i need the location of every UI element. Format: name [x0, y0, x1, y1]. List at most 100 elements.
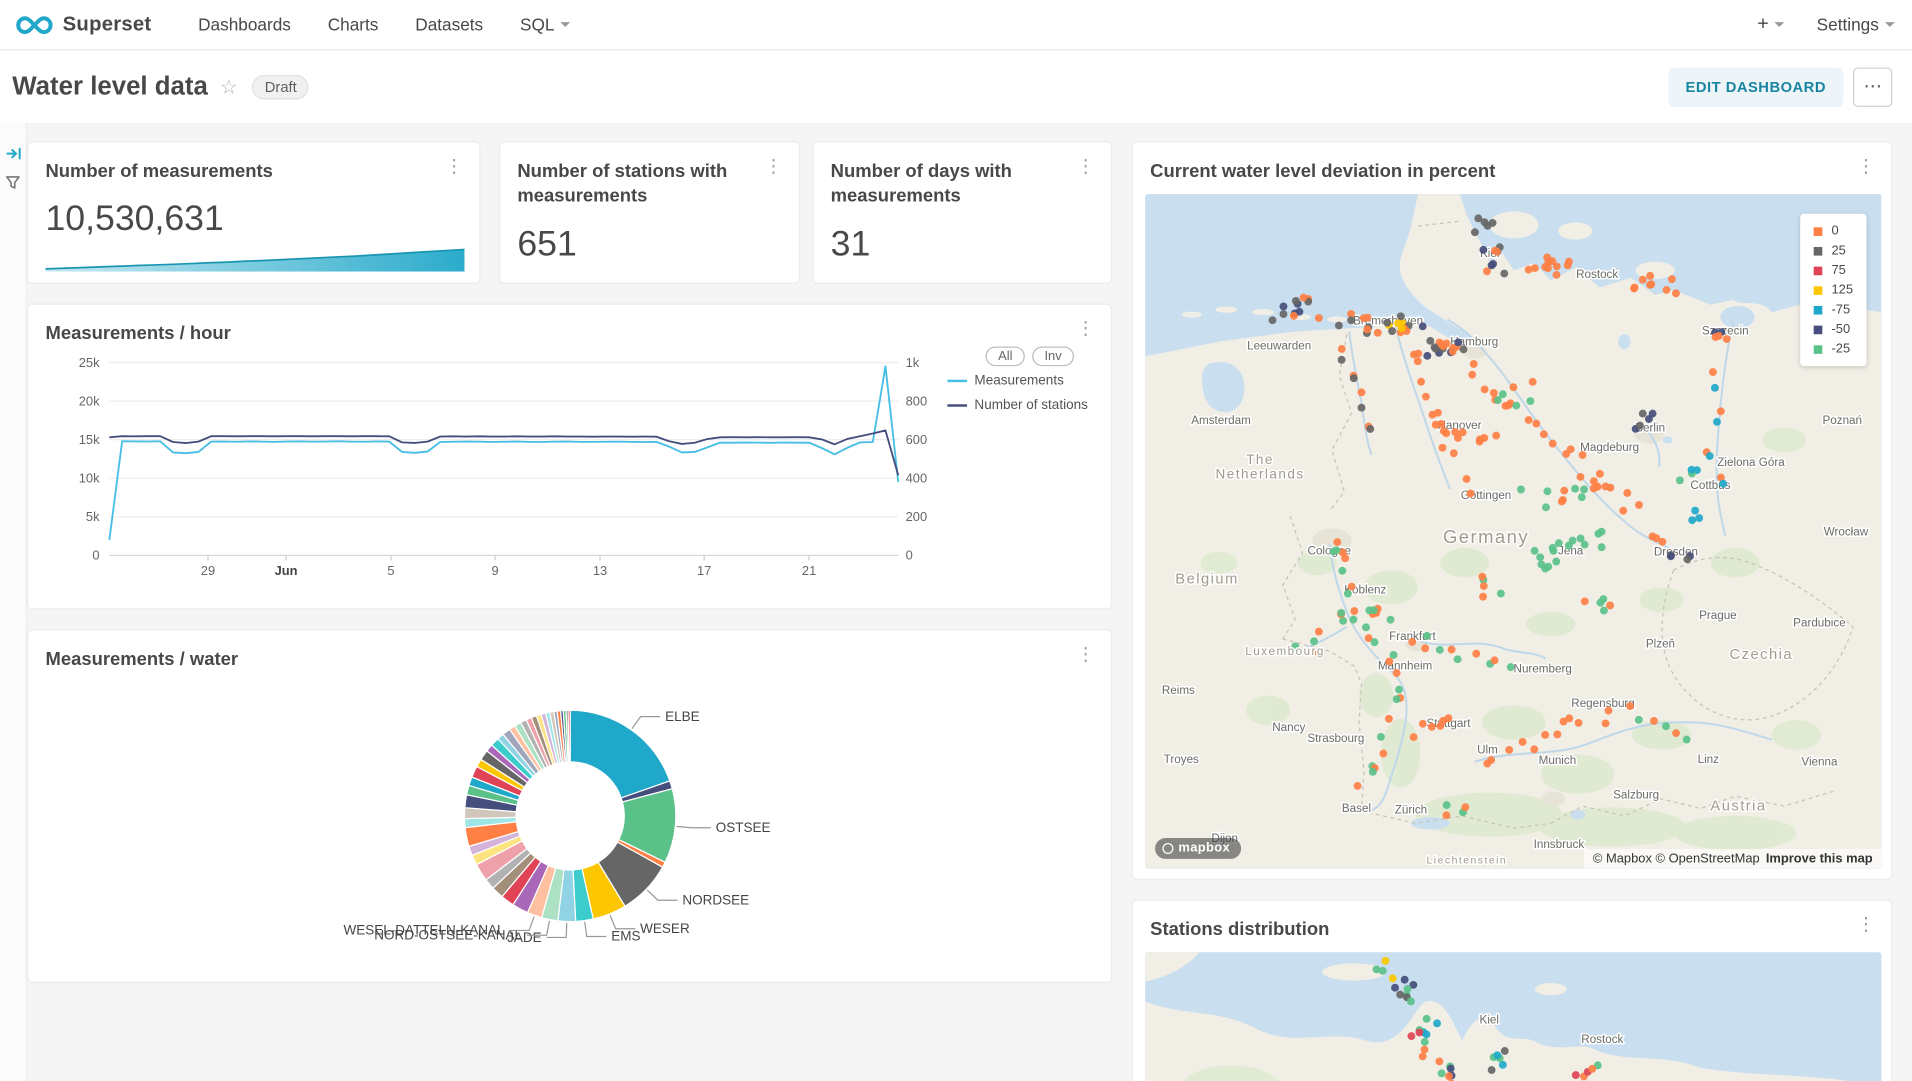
- station-dot[interactable]: [1501, 1047, 1509, 1055]
- map-legend-item[interactable]: 125: [1814, 283, 1853, 298]
- station-dot[interactable]: [1488, 1066, 1496, 1074]
- station-dot[interactable]: [1454, 338, 1462, 346]
- hourly-line-chart[interactable]: 005k20010k40015k60020k80025k1k29Jun59131…: [28, 305, 1113, 611]
- station-dot[interactable]: [1581, 541, 1589, 549]
- station-dot[interactable]: [1393, 669, 1401, 677]
- station-dot[interactable]: [1507, 663, 1515, 671]
- station-dot[interactable]: [1493, 248, 1501, 256]
- station-dot[interactable]: [1389, 974, 1397, 982]
- station-dot[interactable]: [1715, 332, 1723, 340]
- station-dot[interactable]: [1542, 503, 1550, 511]
- station-dot[interactable]: [1374, 329, 1382, 337]
- station-dot[interactable]: [1371, 638, 1379, 646]
- chart-menu-icon[interactable]: [1070, 155, 1101, 178]
- filter-funnel-icon[interactable]: [5, 174, 21, 190]
- station-dot[interactable]: [1706, 452, 1714, 460]
- station-dot[interactable]: [1646, 272, 1654, 280]
- station-dot[interactable]: [1565, 714, 1573, 722]
- station-dot[interactable]: [1571, 485, 1579, 493]
- station-dot[interactable]: [1525, 416, 1533, 424]
- station-dot[interactable]: [1499, 390, 1507, 398]
- station-dot[interactable]: [1476, 438, 1484, 446]
- station-dot[interactable]: [1581, 597, 1589, 605]
- station-dot[interactable]: [1423, 632, 1431, 640]
- station-dot[interactable]: [1335, 322, 1343, 330]
- dashboard-more-button[interactable]: [1853, 67, 1892, 106]
- station-dot[interactable]: [1333, 538, 1341, 546]
- station-dot[interactable]: [1683, 555, 1691, 563]
- station-dot[interactable]: [1401, 976, 1409, 984]
- station-dot[interactable]: [1553, 271, 1561, 279]
- station-dot[interactable]: [1300, 294, 1308, 302]
- mapbox-logo[interactable]: mapbox: [1155, 838, 1241, 859]
- station-dot[interactable]: [1723, 335, 1731, 343]
- station-dot[interactable]: [1717, 407, 1725, 415]
- station-dot[interactable]: [1414, 357, 1422, 365]
- station-dot[interactable]: [1280, 310, 1288, 318]
- station-dot[interactable]: [1354, 782, 1362, 790]
- map-legend-item[interactable]: -25: [1814, 342, 1853, 357]
- station-dot[interactable]: [1639, 410, 1647, 418]
- station-dot[interactable]: [1423, 1015, 1431, 1023]
- station-dot[interactable]: [1672, 729, 1680, 737]
- station-dot[interactable]: [1512, 402, 1520, 410]
- station-dot[interactable]: [1417, 378, 1425, 386]
- filter-pill-inv[interactable]: Inv: [1032, 347, 1074, 367]
- station-dot[interactable]: [1531, 547, 1539, 555]
- station-dot[interactable]: [1383, 319, 1391, 327]
- chart-menu-icon[interactable]: [1070, 643, 1101, 666]
- deviation-map[interactable]: LeeuwardenAmsterdamCologneKoblenzReimsTr…: [1145, 194, 1881, 869]
- station-dot[interactable]: [1490, 389, 1498, 397]
- station-dot[interactable]: [1341, 554, 1349, 562]
- station-dot[interactable]: [1596, 599, 1604, 607]
- legend-item[interactable]: Number of stations: [947, 398, 1087, 413]
- station-dot[interactable]: [1555, 539, 1563, 547]
- station-dot[interactable]: [1423, 352, 1431, 360]
- station-dot[interactable]: [1668, 275, 1676, 283]
- station-dot[interactable]: [1398, 324, 1406, 332]
- station-dot[interactable]: [1423, 1030, 1431, 1038]
- station-dot[interactable]: [1460, 345, 1468, 353]
- map-canvas[interactable]: LeeuwardenAmsterdamCologneKoblenzReimsTr…: [1145, 194, 1881, 869]
- station-dot[interactable]: [1463, 475, 1471, 483]
- station-dot[interactable]: [1393, 695, 1401, 703]
- station-dot[interactable]: [1489, 219, 1497, 227]
- station-dot[interactable]: [1395, 686, 1403, 694]
- station-dot[interactable]: [1691, 507, 1699, 515]
- station-dot[interactable]: [1543, 487, 1551, 495]
- station-dot[interactable]: [1315, 628, 1323, 636]
- station-dot[interactable]: [1635, 716, 1643, 724]
- station-dot[interactable]: [1419, 1052, 1427, 1060]
- station-dot[interactable]: [1338, 356, 1346, 364]
- station-dot[interactable]: [1526, 397, 1534, 405]
- station-dot[interactable]: [1362, 623, 1370, 631]
- station-dot[interactable]: [1377, 733, 1385, 741]
- station-dot[interactable]: [1481, 385, 1489, 393]
- station-dot[interactable]: [1572, 1071, 1580, 1079]
- series-number-of-stations[interactable]: [109, 430, 898, 475]
- station-dot[interactable]: [1440, 427, 1448, 435]
- stations-map[interactable]: KielRostock: [1145, 952, 1881, 1081]
- station-dot[interactable]: [1422, 393, 1430, 401]
- station-dot[interactable]: [1529, 378, 1537, 386]
- station-dot[interactable]: [1488, 261, 1496, 269]
- station-dot[interactable]: [1713, 418, 1721, 426]
- favorite-star-icon[interactable]: [220, 74, 238, 99]
- station-dot[interactable]: [1541, 565, 1549, 573]
- donut-slice[interactable]: [568, 710, 570, 762]
- edit-dashboard-button[interactable]: EDIT DASHBOARD: [1668, 67, 1843, 106]
- station-dot[interactable]: [1550, 547, 1558, 555]
- station-dot[interactable]: [1575, 719, 1583, 727]
- station-dot[interactable]: [1631, 284, 1639, 292]
- station-dot[interactable]: [1480, 582, 1488, 590]
- station-dot[interactable]: [1590, 485, 1598, 493]
- chart-menu-icon[interactable]: [1851, 913, 1882, 936]
- station-dot[interactable]: [1602, 483, 1610, 491]
- station-dot[interactable]: [1428, 723, 1436, 731]
- donut-slice-elbe[interactable]: [570, 710, 670, 798]
- station-dot[interactable]: [1433, 1019, 1441, 1027]
- series-measurements[interactable]: [109, 366, 898, 540]
- station-dot[interactable]: [1683, 736, 1691, 744]
- station-dot[interactable]: [1497, 590, 1505, 598]
- add-menu-button[interactable]: [1757, 14, 1784, 36]
